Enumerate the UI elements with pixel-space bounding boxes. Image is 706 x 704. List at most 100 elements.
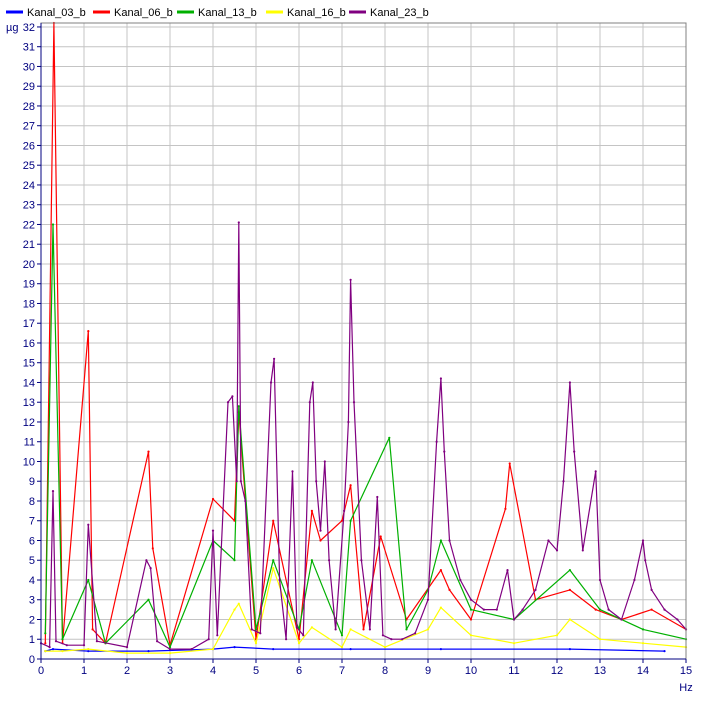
data-point [125,652,129,655]
data-point [125,646,129,649]
x-tick-label: 10 [465,665,477,677]
data-point [340,634,344,637]
data-point [349,484,352,487]
data-point [302,634,305,637]
y-tick-label: 19 [23,279,35,291]
data-point [211,648,215,651]
data-point [504,507,507,510]
data-point [508,462,511,465]
x-tick-label: 12 [551,665,563,677]
y-tick-label: 8 [29,496,35,508]
data-point [285,638,288,641]
data-point [54,640,58,643]
data-point [401,638,404,641]
data-point [439,606,442,609]
data-point [568,648,572,651]
data-point [390,638,393,641]
data-point [334,628,337,631]
data-point [439,569,442,572]
x-unit-label: Hz [679,682,692,694]
data-point [598,638,602,641]
data-point [269,381,273,384]
data-point [381,634,384,637]
data-point [239,480,242,483]
legend-label: Kanal_03_b [27,7,86,19]
spectrum-chart: Kanal_03_b Kanal_06_b Kanal_13_b Kanal_16_b… [6,7,693,694]
data-point [323,460,326,463]
x-tick-label: 4 [210,665,216,677]
legend-item: Kanal_16_b [266,7,346,19]
data-point [343,509,346,512]
data-point [435,440,438,443]
data-point [568,588,572,592]
data-point [349,648,352,651]
data-point [319,539,322,542]
x-tick-label: 8 [382,665,388,677]
data-point [308,401,311,404]
data-point [405,628,408,631]
data-point [235,480,238,483]
data-point [237,221,240,224]
data-point [168,648,172,651]
data-point [607,608,610,611]
data-point [310,559,313,562]
y-unit-label: µg [6,22,18,34]
y-tick-label: 9 [29,476,35,488]
data-point [469,634,473,637]
data-point [237,602,240,605]
data-point [272,519,275,522]
data-point [349,628,352,631]
y-tick-label: 5 [29,555,35,567]
y-tick-label: 18 [23,298,35,310]
data-point [663,650,666,653]
data-point [439,648,442,651]
data-point [650,608,653,611]
data-point [291,470,294,473]
y-tick-label: 17 [23,318,35,330]
data-point [347,420,350,424]
data-point [190,648,193,651]
y-tick-label: 32 [23,22,35,34]
y-tick-label: 29 [23,81,35,93]
data-point [145,559,148,562]
y-tick-label: 6 [29,535,35,547]
data-point [44,632,47,635]
data-point [641,539,645,542]
y-tick-label: 10 [23,456,35,468]
data-point [87,330,90,333]
data-point [650,588,653,592]
data-point [61,650,64,653]
chart-container: Kanal_03_b Kanal_06_b Kanal_13_b Kanal_16_b… [0,0,706,699]
data-point [581,549,584,552]
data-point [368,628,371,631]
data-point [426,598,430,601]
data-point [168,652,172,655]
data-point [233,608,236,611]
data-point [278,578,281,582]
data-point [147,598,150,601]
y-tick-label: 22 [23,219,35,231]
x-tick-label: 6 [296,665,302,677]
data-point [319,529,322,532]
data-point [226,401,230,404]
data-point [641,642,645,645]
data-point [439,539,442,542]
data-point [310,626,313,629]
data-point [272,559,275,562]
data-point [568,618,572,621]
data-point [459,578,462,582]
data-point [311,381,314,384]
y-tick-label: 1 [29,634,35,646]
y-tick-label: 4 [29,575,35,587]
y-tick-label: 28 [23,101,35,113]
data-point [328,559,331,562]
y-tick-label: 2 [29,614,35,626]
legend: Kanal_03_b Kanal_06_b Kanal_13_b Kanal_16_b… [6,7,429,19]
data-point [448,588,451,592]
grid [40,23,687,660]
x-tick-label: 11 [508,665,519,677]
plot-background [41,23,686,659]
data-point [272,567,275,570]
legend-item: Kanal_13_b [177,7,257,19]
x-tick-label: 0 [38,665,44,677]
